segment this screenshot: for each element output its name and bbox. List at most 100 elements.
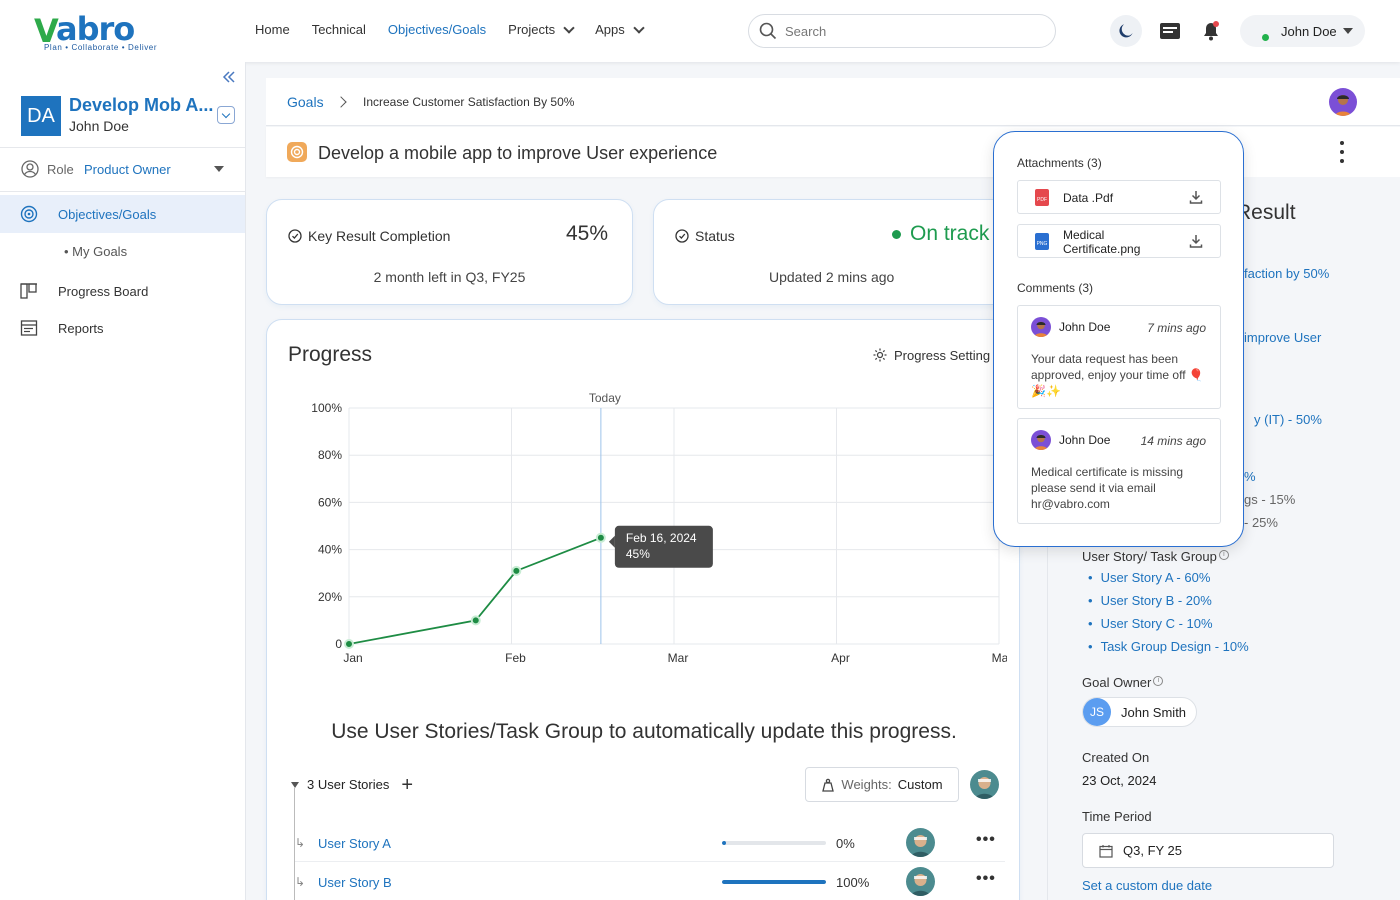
attachment-item[interactable]: PNG Medical Certificate.png [1017, 224, 1221, 258]
user-story-link[interactable]: User Story A [318, 836, 391, 851]
story-progress-bar [722, 880, 826, 884]
user-stories-header[interactable]: 3 User Stories + [291, 775, 413, 795]
sidebar-item-label: Reports [58, 320, 104, 336]
progress-title: Progress [288, 343, 373, 366]
x-tick-label: May [992, 651, 1007, 665]
breadcrumb-goals-link[interactable]: Goals [287, 94, 324, 110]
created-label: Created On [1082, 750, 1150, 765]
key-result-label: Key Result Completion [288, 228, 450, 244]
comment-time: 14 mins ago [1140, 434, 1206, 448]
sidebar: DA Develop Mob A... John Doe Role Produc… [0, 62, 246, 900]
role-value: Product Owner [84, 162, 171, 177]
time-period-value: Q3, FY 25 [1123, 843, 1183, 858]
y-tick-label: 40% [318, 543, 342, 557]
progress-settings-button[interactable]: Progress Setting [872, 347, 990, 363]
x-tick-label: Mar [668, 651, 689, 665]
chevron-down-icon [563, 21, 575, 34]
project-dropdown-button[interactable] [217, 106, 235, 124]
list-item[interactable]: Task Group Design - 10% [1088, 639, 1249, 662]
weight-icon [822, 778, 835, 792]
sidebar-item-my-goals[interactable]: • My Goals [64, 244, 127, 259]
add-story-button[interactable]: + [401, 775, 413, 795]
calendar-icon [1099, 844, 1113, 858]
vabro-logo[interactable]: V abro Plan • Collaborate • Deliver [34, 10, 174, 54]
story-percent: 100% [836, 875, 870, 890]
comment-text: Your data request has been approved, enj… [1031, 352, 1204, 398]
search-input[interactable] [785, 23, 1035, 39]
collapse-sidebar-button[interactable] [222, 70, 236, 86]
theme-toggle-button[interactable] [1110, 15, 1142, 47]
nav-objectives-goals[interactable]: Objectives/Goals [388, 22, 486, 37]
user-story-link[interactable]: User Story B [318, 875, 392, 890]
group-label-text: User Story/ Task Group [1082, 549, 1217, 564]
y-tick-label: 100% [311, 401, 342, 415]
avatar[interactable] [1329, 88, 1357, 116]
download-icon[interactable] [1188, 189, 1204, 205]
avatar[interactable] [970, 770, 999, 799]
breadcrumb: Goals Increase Customer Satisfaction By … [266, 78, 1400, 126]
time-period-field[interactable]: Q3, FY 25 [1082, 833, 1334, 868]
comments-header: Comments (3) [1017, 281, 1094, 295]
edit-check-icon [675, 229, 689, 243]
owner-name: John Smith [1121, 705, 1187, 720]
created-value: 23 Oct, 2024 [1082, 773, 1157, 788]
details-link[interactable]: y (IT) - 50% [1254, 412, 1322, 427]
details-link[interactable]: % [1244, 469, 1256, 484]
owner-label: Goal Owner i [1082, 675, 1164, 690]
custom-due-date-link[interactable]: Set a custom due date [1082, 878, 1212, 893]
sidebar-item-objectives-goals[interactable]: Objectives/Goals [0, 195, 245, 233]
sidebar-item-label: Progress Board [58, 283, 149, 299]
pdf-file-icon: PDF [1035, 189, 1049, 206]
status-badge: On track [892, 222, 989, 246]
list-item[interactable]: User Story A - 60% [1088, 570, 1249, 593]
project-title[interactable]: Develop Mob A... [69, 95, 213, 116]
details-link[interactable]: faction by 50% [1244, 266, 1329, 281]
nav-apps[interactable]: Apps [595, 21, 645, 37]
details-heading: Result [1236, 201, 1296, 224]
inbox-button[interactable] [1155, 16, 1185, 46]
user-menu[interactable]: John Doe [1240, 15, 1365, 47]
png-file-icon: PNG [1035, 233, 1049, 250]
sidebar-item-progress-board[interactable]: Progress Board [0, 272, 245, 310]
role-label: Role [47, 162, 74, 177]
info-icon[interactable]: i [1153, 675, 1164, 686]
download-icon[interactable] [1188, 233, 1204, 249]
attachment-item[interactable]: PDF Data .Pdf [1017, 180, 1221, 214]
details-link[interactable]: improve User [1244, 330, 1321, 345]
table-row[interactable]: ↳ User Story B 100% ••• [295, 863, 1005, 900]
table-row[interactable]: ↳ User Story A 0% ••• [295, 824, 1005, 862]
details-text: - 25% [1244, 515, 1278, 530]
key-result-subtitle: 2 month left in Q3, FY25 [373, 269, 526, 285]
sidebar-item-reports[interactable]: Reports [0, 309, 245, 347]
nav-technical[interactable]: Technical [312, 22, 366, 37]
role-selector[interactable]: Role Product Owner [0, 150, 245, 192]
moon-icon [1119, 24, 1133, 38]
weights-label: Weights: [841, 777, 892, 792]
goal-title: Develop a mobile app to improve User exp… [318, 143, 718, 163]
row-more-icon[interactable]: ••• [976, 870, 996, 888]
progress-line-chart: 0 20% 40% 60% 80% 100% Jan Feb Mar Apr May Today Feb… [311, 391, 1007, 665]
bell-icon [1204, 21, 1219, 41]
list-item[interactable]: User Story C - 10% [1088, 616, 1249, 639]
data-point [470, 615, 481, 626]
owner-avatar: JS [1083, 698, 1111, 726]
avatar[interactable] [906, 828, 935, 857]
info-icon[interactable]: i [1218, 549, 1229, 560]
more-options-icon[interactable] [1339, 141, 1345, 163]
avatar [1031, 317, 1051, 337]
progress-settings-label: Progress Setting [894, 347, 991, 363]
nav-projects-label: Projects [508, 22, 556, 37]
nav-home[interactable]: Home [255, 22, 290, 37]
goal-owner-chip[interactable]: JS John Smith [1082, 697, 1197, 727]
list-item[interactable]: User Story B - 20% [1088, 593, 1249, 616]
avatar[interactable] [906, 867, 935, 896]
row-more-icon[interactable]: ••• [976, 831, 996, 849]
status-label-text: Status [695, 228, 735, 244]
weights-button[interactable]: Weights: Custom [805, 767, 959, 802]
series-line [348, 536, 602, 645]
notifications-button[interactable] [1196, 16, 1226, 46]
nav-projects[interactable]: Projects [508, 21, 575, 37]
nav-objectives-label: Objectives/Goals [387, 22, 487, 37]
attachment-name-line: Medical [1063, 228, 1105, 242]
today-label: Today [589, 391, 621, 405]
